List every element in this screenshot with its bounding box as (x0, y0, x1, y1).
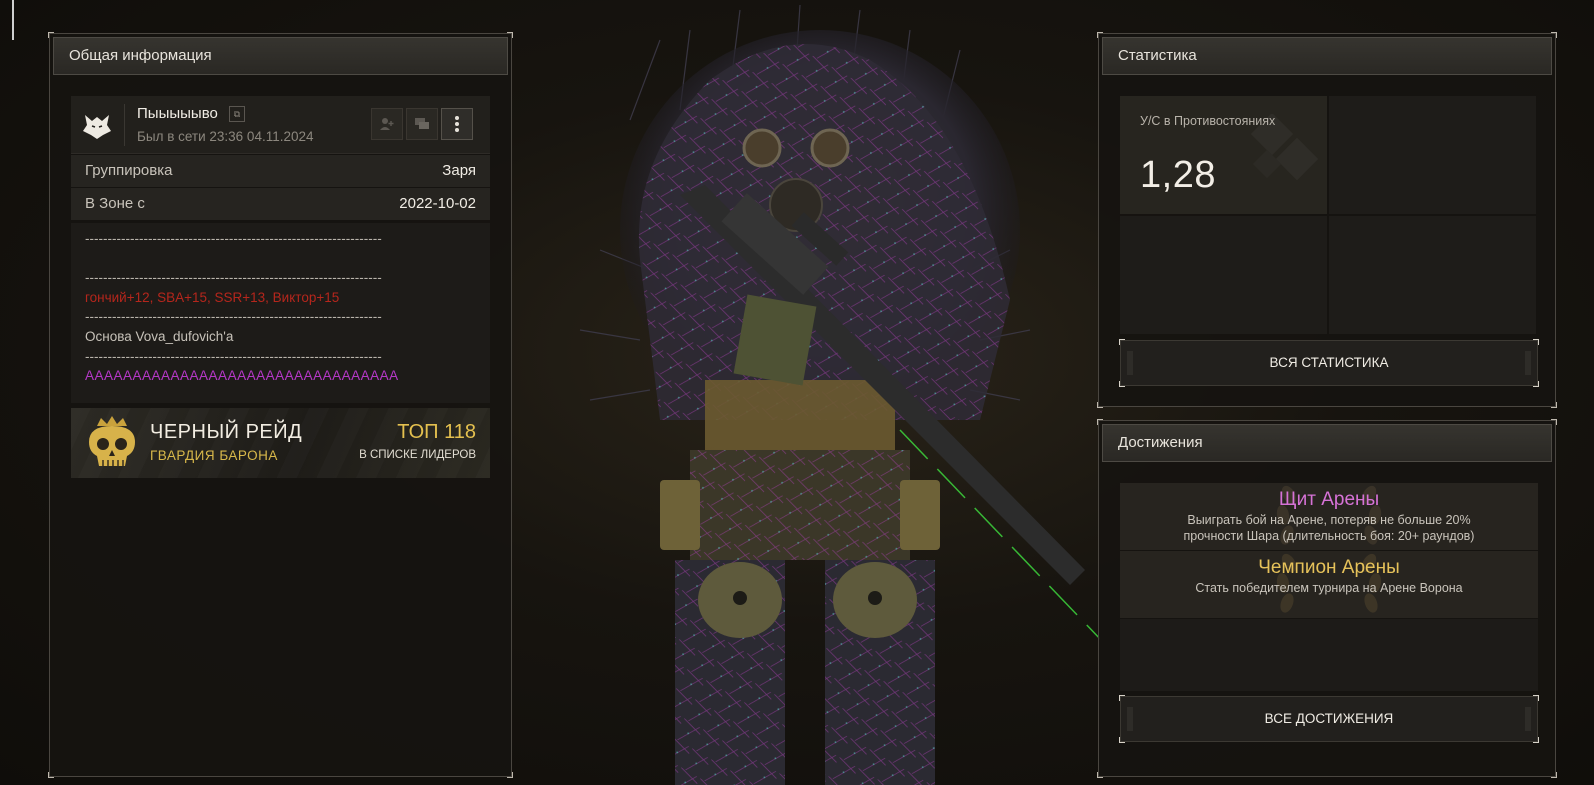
wolf-icon (83, 115, 111, 139)
bio-line: ----------------------------------------… (85, 348, 382, 364)
panel-title: Достижения (1102, 424, 1552, 462)
stats-grid: У/С в Противостояниях 1,28 (1120, 96, 1536, 336)
stat-card-empty (1329, 96, 1536, 214)
add-friend-icon (380, 118, 394, 130)
player-name: Пыыыыыво (137, 105, 218, 122)
stat-card-empty (1329, 216, 1536, 334)
last-seen: Был в сети 23:36 04.11.2024 (137, 129, 314, 144)
player-bio: ----------------------------------------… (71, 223, 490, 403)
black-raid-card[interactable]: ЧЕРНЫЙ РЕЙД ГВАРДИЯ БАРОНА ТОП 118 В СПИ… (71, 408, 490, 478)
achievement-item[interactable]: Чемпион Арены Стать победителем турнира … (1120, 551, 1538, 618)
faction-row: Группировка Заря (71, 155, 490, 187)
character-model (579, 4, 1100, 785)
button-label: ВСЯ СТАТИСТИКА (1269, 355, 1389, 370)
stat-card-empty (1120, 216, 1327, 334)
zone-label: В Зоне с (85, 195, 145, 212)
achievement-desc: Стать победителем турнира на Арене Ворон… (1195, 581, 1463, 595)
raid-rank-caption: В СПИСКЕ ЛИДЕРОВ (359, 449, 476, 461)
more-options-button[interactable] (441, 108, 473, 140)
copy-icon[interactable]: ⧉ (229, 106, 245, 122)
stat-value: 1,28 (1140, 154, 1216, 196)
raid-subtitle: ГВАРДИЯ БАРОНА (150, 448, 278, 463)
panel-title: Статистика (1102, 37, 1552, 75)
skull-crown-icon (89, 416, 135, 466)
achievement-title: Чемпион Арены (1258, 557, 1400, 578)
achievement-slot-empty (1120, 619, 1538, 691)
statistics-panel: Статистика У/С в Противостояниях 1,28 ВС… (1097, 32, 1557, 408)
zone-value: 2022-10-02 (399, 195, 476, 212)
profile-card: Пыыыыыво ⧉ Был в сети 23:36 04.11.2024 (71, 96, 490, 154)
bio-line (85, 249, 476, 269)
all-achievements-button[interactable]: ВСЕ ДОСТИЖЕНИЯ (1119, 695, 1539, 743)
achievement-item[interactable]: Щит Арены Выиграть бой на Арене, потеряв… (1120, 483, 1538, 550)
faction-label: Группировка (85, 162, 173, 179)
all-statistics-button[interactable]: ВСЯ СТАТИСТИКА (1119, 339, 1539, 387)
chat-button[interactable] (406, 108, 438, 140)
achievement-title: Щит Арены (1278, 489, 1380, 510)
add-friend-button[interactable] (371, 108, 403, 140)
bio-line: ----------------------------------------… (85, 309, 382, 325)
bio-line: гончий+12, SBA+15, SSR+13, Виктор+15 (85, 289, 340, 305)
raid-title: ЧЕРНЫЙ РЕЙД (150, 421, 303, 443)
panel-title: Общая информация (53, 37, 508, 75)
bio-line: AAAAAAAAAAAAAAAAAAAAAAAAAAAAAAAAA (85, 368, 399, 384)
button-label: ВСЕ ДОСТИЖЕНИЯ (1264, 711, 1394, 726)
window-edge (12, 0, 14, 40)
achievement-desc: Выиграть бой на Арене, потеряв не больше… (1187, 513, 1471, 527)
achievements-panel: Достижения Щит Арены Выиграть бой на Аре… (1097, 419, 1557, 778)
bio-line: Основа Vova_dufovich'a (85, 328, 234, 344)
faction-value: Заря (442, 162, 476, 179)
stat-card-kd: У/С в Противостояниях 1,28 (1120, 96, 1327, 214)
general-info-panel: Общая информация Пыыыыыво ⧉ Был в сети 2… (48, 32, 513, 778)
stat-label: У/С в Противостояниях (1140, 114, 1276, 128)
divider (124, 104, 125, 146)
chat-icon (415, 118, 429, 129)
zone-row: В Зоне с 2022-10-02 (71, 188, 490, 220)
bio-line: ----------------------------------------… (85, 231, 382, 246)
more-vertical-icon (455, 116, 459, 132)
raid-rank: ТОП 118 (397, 421, 476, 443)
bio-line: ----------------------------------------… (85, 270, 382, 286)
achievement-desc: прочности Шара (длительность боя: 20+ ра… (1183, 529, 1475, 543)
